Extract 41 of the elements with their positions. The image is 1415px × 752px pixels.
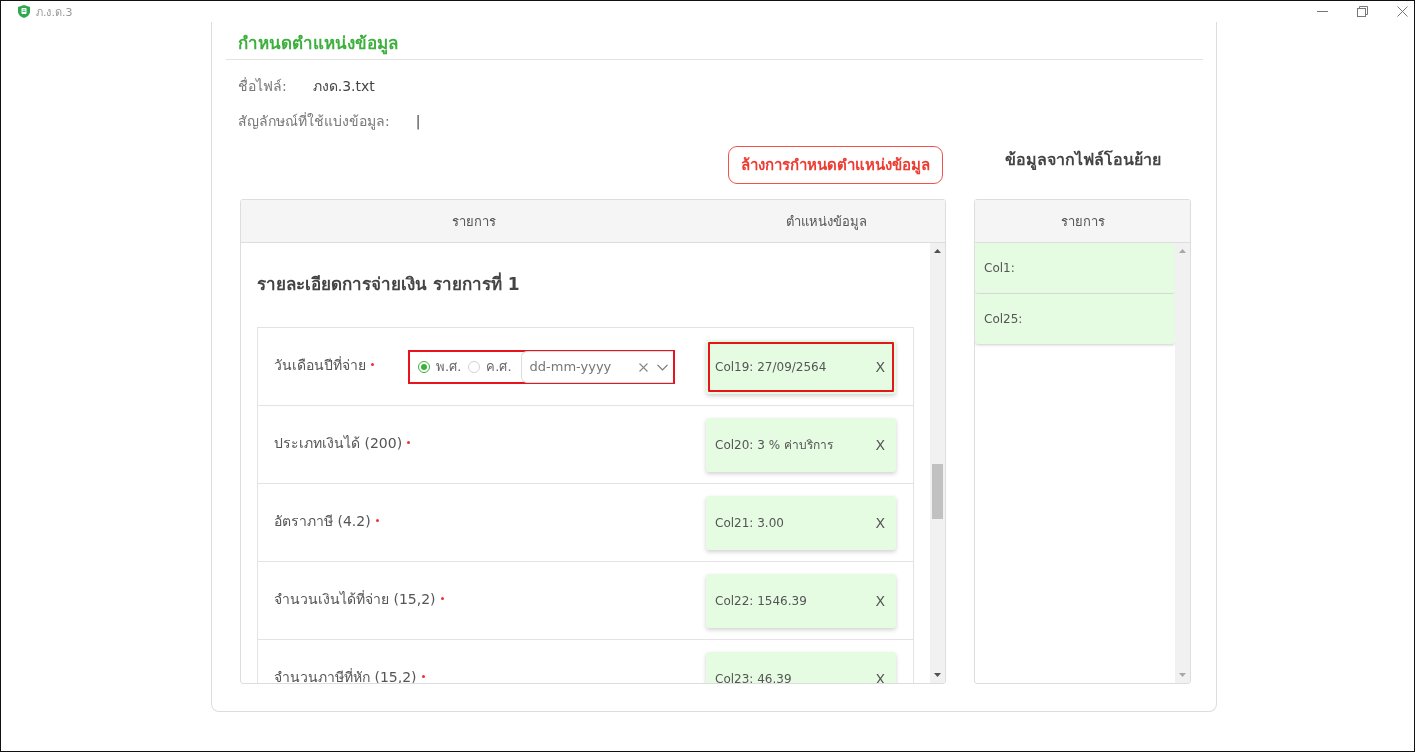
field-value: ภงด.3.txt xyxy=(312,77,375,96)
field-label: จำนวนภาษีที่หัก (15,2) xyxy=(274,667,417,683)
field-label: จำนวนเงินได้ที่จ่าย (15,2) xyxy=(274,589,436,609)
mapped-column-text: Col22: 1546.39 xyxy=(715,593,807,608)
field-label: ประเภทเงินได้ (200) xyxy=(274,433,403,453)
window-title: ภ.ง.ด.3 xyxy=(36,4,73,21)
date-field[interactable]: dd-mm-yyyy xyxy=(520,350,673,383)
field-value: | xyxy=(415,113,421,129)
era-radio-option[interactable]: พ.ศ. xyxy=(418,356,462,377)
remove-button[interactable]: X xyxy=(873,670,887,683)
panel-title: ข้อมูลจากไฟล์โอนย้าย xyxy=(1004,149,1161,172)
shield-document-icon xyxy=(18,5,30,18)
scroll-up-icon[interactable] xyxy=(934,249,941,253)
mapped-column-text: Col20: 3 % ค่าบริการ xyxy=(715,437,833,454)
column-header: รายการ xyxy=(1060,212,1105,231)
column-header: ตำแหน่งข้อมูล xyxy=(785,212,867,232)
mapped-column-text: Col23: 46.39 xyxy=(715,671,792,683)
remove-button[interactable]: X xyxy=(873,436,887,453)
remove-button[interactable]: X xyxy=(873,358,887,375)
clear-mapping-button[interactable]: ล้างการกำหนดตำแหน่งข้อมูล xyxy=(728,146,943,184)
remove-button[interactable]: X xyxy=(873,514,887,531)
remove-button[interactable]: X xyxy=(873,592,887,609)
mapped-column-text: Col21: 3.00 xyxy=(715,515,784,530)
scrollbar-thumb[interactable] xyxy=(932,464,943,519)
mapped-column-text: Col19: 27/09/2564 xyxy=(715,359,827,374)
close-icon[interactable] xyxy=(1397,6,1408,17)
field-label: อัตราภาษี (4.2) xyxy=(274,511,371,531)
scroll-down-icon[interactable] xyxy=(934,673,941,677)
era-radio-option[interactable]: ค.ศ. xyxy=(468,356,512,377)
source-column-item[interactable]: Col25: xyxy=(975,294,1175,344)
field-label: วันเดือนปีที่จ่าย xyxy=(274,355,366,375)
source-column-item[interactable]: Col1: xyxy=(975,243,1175,293)
section-title: รายละเอียดการจ่ายเงิน รายการที่ 1 xyxy=(257,271,521,296)
field-label: ชื่อไฟล์: xyxy=(238,76,287,96)
page-title: กำหนดตำแหน่งข้อมูล xyxy=(238,32,399,56)
field-label: สัญลักษณ์ที่ใช้แบ่งข้อมูล: xyxy=(238,111,390,132)
chevron-down-icon[interactable] xyxy=(656,363,668,371)
column-header: รายการ xyxy=(452,212,496,231)
clear-icon[interactable] xyxy=(638,362,648,372)
restore-icon[interactable] xyxy=(1357,6,1368,17)
scrollbar-track[interactable] xyxy=(930,243,945,683)
